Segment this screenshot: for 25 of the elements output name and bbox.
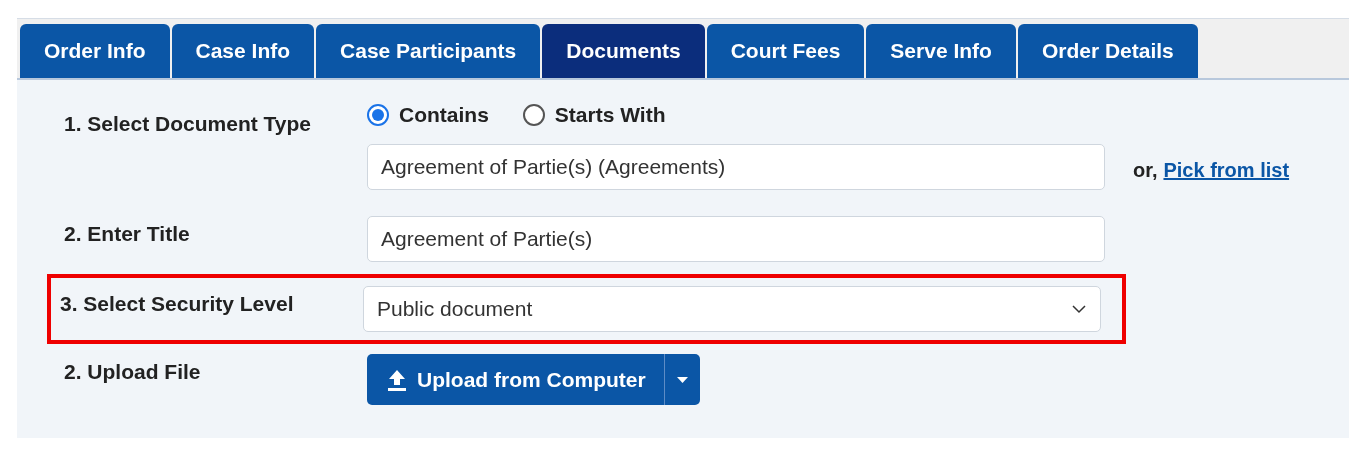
radio-label[interactable]: Starts With <box>554 103 666 127</box>
field-label: 2. Enter Title <box>64 221 191 246</box>
pick-from-list-link[interactable]: Pick from list <box>1163 158 1290 181</box>
tab[interactable]: Case Info <box>171 24 315 78</box>
tab[interactable]: Serve Info <box>866 24 1016 78</box>
select-field[interactable]: Public document <box>363 286 1101 332</box>
radio-label[interactable]: Contains <box>399 103 489 127</box>
or-text: or, <box>1133 158 1158 181</box>
field-label: 1. Select Document Type <box>64 111 313 136</box>
chevron-down-icon <box>1072 304 1086 314</box>
caret-icon <box>676 376 688 383</box>
input-field[interactable]: Agreement of Partie(s) <box>367 216 1105 262</box>
upload-icon <box>387 368 407 391</box>
tab[interactable]: Order Info <box>20 24 170 78</box>
field-label: 2. Upload File <box>64 359 202 384</box>
field-label: 3. Select Security Level <box>60 291 295 316</box>
tab[interactable]: Court Fees <box>706 24 865 78</box>
radio-button[interactable] <box>522 104 545 126</box>
tab[interactable]: Order Details <box>1017 24 1198 78</box>
upload-button[interactable]: Upload from Computer <box>367 354 664 405</box>
dropdown-button[interactable] <box>663 354 700 405</box>
tab[interactable]: Case Participants <box>316 24 541 78</box>
tab[interactable]: Documents <box>542 24 705 78</box>
input-field[interactable]: Agreement of Partie(s) (Agreements) <box>367 144 1105 190</box>
radio-button[interactable] <box>367 104 389 126</box>
